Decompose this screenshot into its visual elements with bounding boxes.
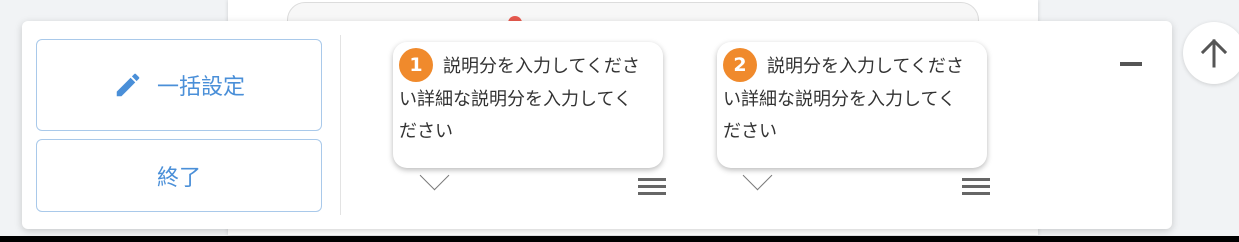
- bulk-settings-button[interactable]: 一括設定: [36, 39, 322, 131]
- arrow-up-icon: [1200, 38, 1228, 68]
- pencil-icon: [116, 73, 140, 97]
- step-description: 説明分を入力してください詳細な説明分を入力してください: [723, 56, 964, 142]
- drag-handle-icon[interactable]: [638, 177, 666, 197]
- step-number-badge: 1: [399, 48, 433, 82]
- drag-handle-icon[interactable]: [962, 177, 990, 197]
- bottom-bar: [0, 236, 1239, 242]
- end-button-label: 終了: [156, 165, 201, 191]
- guide-panel: 一括設定 終了 1 説明分を入力してください詳細な説明分を入力してください 2 説明…: [22, 21, 1172, 229]
- step-number-badge: 2: [723, 48, 757, 82]
- step-bubble-1: 1 説明分を入力してください詳細な説明分を入力してください: [393, 42, 663, 168]
- bulk-settings-label: 一括設定: [156, 75, 245, 100]
- step-description: 説明分を入力してください詳細な説明分を入力してください: [399, 56, 640, 142]
- minimize-icon[interactable]: [1120, 62, 1142, 66]
- divider: [340, 35, 341, 215]
- scroll-top-button[interactable]: [1183, 22, 1239, 84]
- step-bubble-2: 2 説明分を入力してください詳細な説明分を入力してください: [717, 42, 987, 168]
- end-button[interactable]: 終了: [36, 139, 322, 212]
